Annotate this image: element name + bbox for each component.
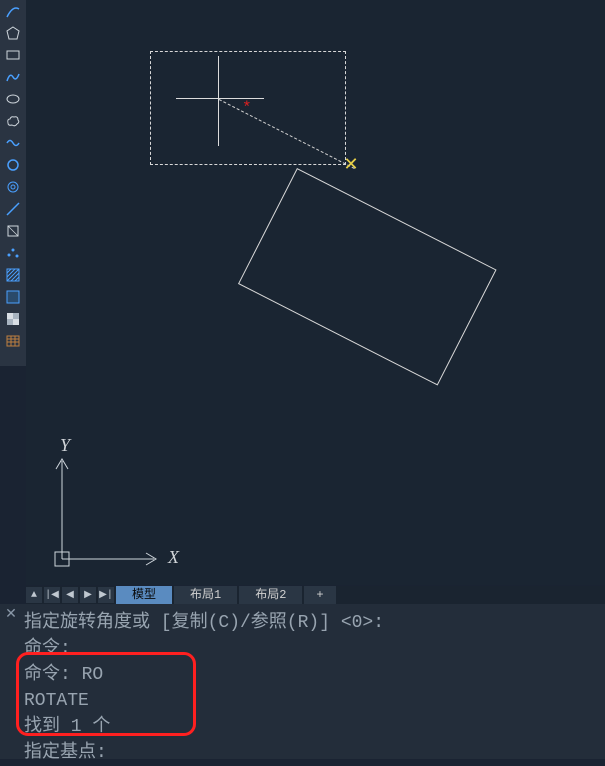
ucs-y-label: Y [60,435,70,456]
tab-prev-icon[interactable]: ◀ [62,587,78,603]
circle-tool[interactable] [0,154,26,176]
cmd-line-1: 指定旋转角度或 [复制(C)/参照(R)] <0>: [24,613,384,633]
polygon-tool[interactable] [0,22,26,44]
tab-next-icon[interactable]: ▶ [80,587,96,603]
ucs-icon: Y X [40,439,170,579]
cmd-line-6: 指定基点: [24,743,107,763]
gradient-tool[interactable] [0,286,26,308]
table-tool[interactable] [0,330,26,352]
command-panel: ✕ 指定旋转角度或 [复制(C)/参照(R)] <0>: 命令: 命令: RO … [0,604,605,759]
tab-add[interactable]: + [304,586,335,604]
rectangle-tool[interactable] [0,44,26,66]
wave-tool[interactable] [0,132,26,154]
spline-tool[interactable] [0,66,26,88]
tab-up-icon[interactable]: ▲ [26,587,42,603]
fill-tool[interactable] [0,308,26,330]
tab-layout1[interactable]: 布局1 [174,586,237,604]
tab-last-icon[interactable]: ▶| [98,587,114,603]
point-tool[interactable] [0,242,26,264]
ucs-x-label: X [168,547,179,568]
layout-tabs: ▲ |◀ ◀ ▶ ▶| 模型 布局1 布局2 + [26,586,605,604]
tab-layout2[interactable]: 布局2 [239,586,302,604]
donut-tool[interactable] [0,176,26,198]
revcloud-tool[interactable] [0,110,26,132]
draw-toolbar [0,0,26,366]
drawing-canvas[interactable]: * ✕ Y X [26,0,605,585]
ellipse-tool[interactable] [0,88,26,110]
tab-first-icon[interactable]: |◀ [44,587,60,603]
close-icon[interactable]: ✕ [2,605,20,623]
tab-model[interactable]: 模型 [116,586,172,604]
crosshair-vertical [218,56,219,146]
region-tool[interactable] [0,220,26,242]
rotated-rectangle [238,168,497,386]
arc-tool[interactable] [0,0,26,22]
annotation-highlight [16,652,196,736]
hatch-tool[interactable] [0,264,26,286]
base-point-marker-icon: ✕ [343,157,352,175]
construction-line-tool[interactable] [0,198,26,220]
